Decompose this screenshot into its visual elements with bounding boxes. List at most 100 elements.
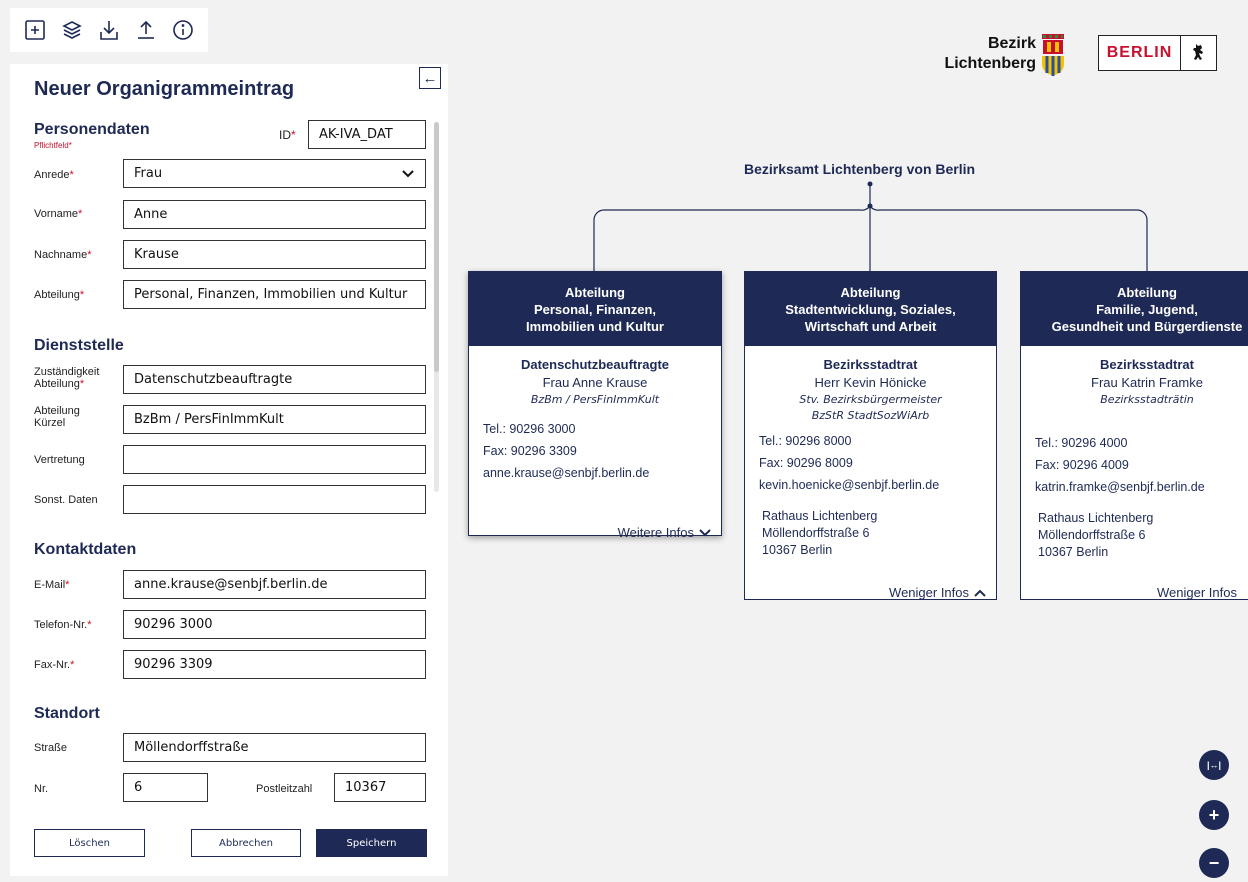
card-fax: Fax: 90296 3309	[483, 444, 577, 458]
lastname-label: Nachname*	[34, 249, 92, 261]
info-button[interactable]	[170, 17, 196, 43]
card-person-name: Frau Anne Krause	[542, 375, 648, 390]
card-phone: Tel.: 90296 8000	[759, 434, 852, 448]
card-fax: Fax: 90296 4009	[1035, 458, 1129, 472]
less-info-toggle[interactable]: Weniger Infos	[889, 585, 986, 600]
chevron-down-icon	[699, 528, 711, 536]
download-icon	[100, 21, 118, 40]
info-icon	[173, 20, 193, 40]
section-title-personal: Personendaten	[34, 121, 150, 138]
fit-width-icon: |↔|	[1206, 760, 1222, 770]
card-role: Bezirksstadtrat	[1100, 357, 1194, 372]
chevron-down-icon	[401, 167, 415, 181]
bezirk-logo-text: Bezirk Lichtenberg	[944, 35, 1036, 72]
zoom-in-icon: +	[1208, 804, 1220, 825]
section-title-contact: Kontaktdaten	[34, 541, 137, 558]
org-card-familie[interactable]: Abteilung Familie, Jugend, Gesundheit und …	[1020, 271, 1248, 600]
house-number-field[interactable]: 6	[123, 773, 208, 802]
required-note: Pflichtfeld*	[34, 141, 72, 150]
entry-form-panel: ← Neuer Organigrammeintrag Personendaten…	[10, 64, 448, 876]
card-address-line: Rathaus Lichtenberg	[762, 509, 878, 523]
less-info-toggle[interactable]: Weniger Infos	[1157, 585, 1237, 600]
add-node-button[interactable]	[22, 17, 48, 43]
card-phone: Tel.: 90296 3000	[483, 422, 576, 436]
card-email[interactable]: anne.krause@senbjf.berlin.de	[483, 462, 721, 484]
fax-label: Fax-Nr.*	[34, 659, 75, 671]
responsibility-field[interactable]: Datenschutzbeauftragte	[123, 365, 426, 394]
org-card-header: Abteilung Stadtentwicklung, Soziales, Wirt…	[745, 272, 996, 346]
lastname-field[interactable]: Krause	[123, 240, 426, 269]
card-subtitle: Stv. Bezirksbürgermeister	[799, 393, 942, 406]
department-label: Abteilung*	[34, 289, 85, 301]
more-info-toggle[interactable]: Weitere Infos	[618, 525, 711, 540]
card-subtitle-2: BzStR StadtSozWiArb	[811, 409, 930, 422]
street-field[interactable]: Möllendorffstraße	[123, 733, 426, 762]
card-address-line: 10367 Berlin	[762, 543, 833, 557]
zip-label: Postleitzahl	[256, 783, 313, 795]
chevron-up-icon	[974, 589, 986, 597]
fit-width-button[interactable]: |↔|	[1199, 750, 1229, 780]
zoom-in-button[interactable]: +	[1199, 800, 1229, 830]
scrollbar[interactable]	[434, 122, 439, 492]
salutation-label: Anrede*	[34, 169, 74, 181]
firstname-field[interactable]: Anne	[123, 200, 426, 229]
abbreviation-field[interactable]: BzBm / PersFinImmKult	[123, 405, 426, 434]
responsibility-label: Zuständigkeit Abteilung*	[34, 366, 100, 390]
toolbar	[10, 8, 208, 52]
abbreviation-label: Abteilung Kürzel	[34, 405, 80, 429]
phone-field[interactable]: 90296 3000	[123, 610, 426, 639]
card-address-line: Rathaus Lichtenberg	[1038, 511, 1154, 525]
save-button[interactable]: Speichern	[316, 829, 427, 857]
delete-button[interactable]: Löschen	[34, 829, 145, 857]
org-card-header: Abteilung Familie, Jugend, Gesundheit und …	[1021, 272, 1248, 346]
salutation-value: Frau	[134, 166, 163, 181]
email-label: E-Mail*	[34, 579, 70, 591]
section-title-office: Dienststelle	[34, 337, 124, 354]
card-role: Datenschutzbeauftragte	[520, 357, 670, 372]
card-person-name: Herr Kevin Hönicke	[814, 375, 927, 390]
org-card-personal[interactable]: Abteilung Personal, Finanzen, Immobilien u…	[468, 271, 722, 540]
scrollbar-thumb[interactable]	[434, 122, 439, 372]
deputy-field[interactable]	[123, 445, 426, 474]
add-node-icon	[25, 20, 45, 40]
id-label: ID*	[279, 128, 296, 142]
zoom-out-icon: −	[1208, 852, 1220, 873]
firstname-label: Vorname*	[34, 208, 83, 220]
house-number-label: Nr.	[34, 783, 49, 795]
berlin-logo: BERLIN	[1098, 35, 1217, 71]
card-subtitle: Bezirksstadträtin	[1100, 393, 1194, 406]
salutation-select[interactable]: Frau	[123, 159, 426, 188]
collapse-panel-button[interactable]: ←	[419, 67, 441, 89]
layers-button[interactable]	[59, 17, 85, 43]
lichtenberg-crest-icon	[1042, 34, 1064, 76]
panel-title: Neuer Organigrammeintrag	[34, 78, 295, 100]
card-email[interactable]: kevin.hoenicke@senbjf.berlin.de	[759, 474, 996, 496]
card-fax: Fax: 90296 8009	[759, 456, 853, 470]
fax-field[interactable]: 90296 3309	[123, 650, 426, 679]
zoom-out-button[interactable]: −	[1199, 848, 1229, 878]
card-subtitle: BzBm / PersFinImmKult	[530, 393, 660, 406]
org-root-title: Bezirksamt Lichtenberg von Berlin	[744, 161, 976, 177]
section-title-location: Standort	[34, 705, 100, 722]
department-field[interactable]: Personal, Finanzen, Immobilien und Kultu…	[123, 280, 426, 309]
cancel-button[interactable]: Abbrechen	[191, 829, 301, 857]
berlin-logo-text: BERLIN	[1099, 36, 1181, 70]
deputy-label: Vertretung	[34, 454, 85, 466]
org-card-stadtentwicklung[interactable]: Abteilung Stadtentwicklung, Soziales, Wirt…	[744, 271, 997, 600]
email-field[interactable]: anne.krause@senbjf.berlin.de	[123, 570, 426, 599]
upload-button[interactable]	[133, 17, 159, 43]
card-role: Bezirksstadtrat	[823, 357, 918, 372]
berlin-bear-icon	[1181, 42, 1216, 64]
card-address-line: Möllendorffstraße 6	[762, 526, 870, 540]
zip-field[interactable]: 10367	[334, 773, 426, 802]
upload-icon	[138, 20, 154, 39]
phone-label: Telefon-Nr.*	[34, 619, 92, 631]
app-window: ← Neuer Organigrammeintrag Personendaten…	[0, 0, 1248, 882]
card-email[interactable]: katrin.framke@senbjf.berlin.de	[1035, 476, 1248, 498]
card-phone: Tel.: 90296 4000	[1035, 436, 1128, 450]
other-data-field[interactable]	[123, 485, 426, 514]
other-data-label: Sonst. Daten	[34, 494, 98, 506]
card-person-name: Frau Katrin Framke	[1091, 375, 1203, 390]
id-field[interactable]: AK-IVA_DAT	[308, 120, 426, 149]
download-button[interactable]	[96, 17, 122, 43]
